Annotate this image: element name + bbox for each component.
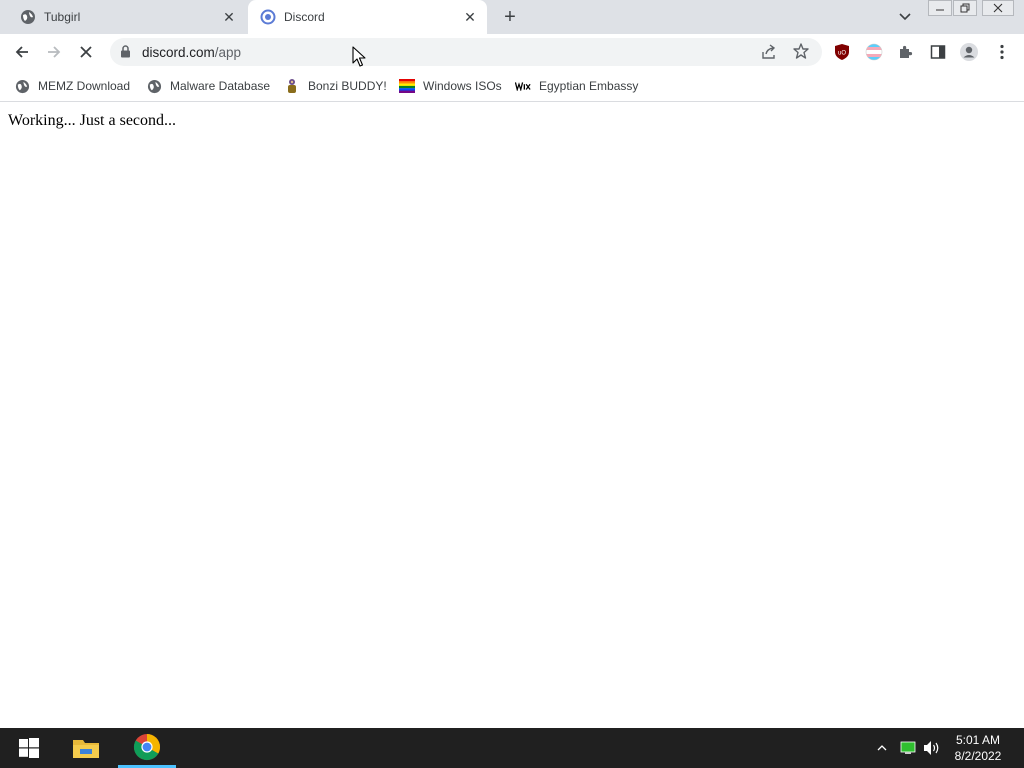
restore-button[interactable]	[953, 0, 977, 16]
url-text: discord.com/app	[142, 45, 241, 60]
back-button[interactable]	[8, 38, 36, 66]
tab-discord[interactable]: Discord ✕	[248, 0, 487, 34]
url-path: /app	[214, 45, 242, 60]
network-icon[interactable]	[898, 738, 918, 758]
start-button[interactable]	[0, 728, 58, 768]
tab-title: Discord	[284, 10, 325, 24]
bookmark-egyptian-embassy[interactable]: Egyptian Embassy	[515, 76, 638, 96]
bookmark-label: Malware Database	[170, 79, 271, 93]
clock-time: 5:01 AM	[955, 733, 1001, 747]
clock-date: 8/2/2022	[954, 749, 1002, 763]
bookmark-label: Bonzi BUDDY!	[308, 79, 387, 93]
file-explorer-button[interactable]	[57, 728, 115, 768]
side-panel-icon[interactable]	[924, 38, 952, 66]
url-host: discord.com	[142, 45, 215, 60]
taskbar-clock[interactable]: 5:01 AM 8/2/2022	[944, 732, 1012, 764]
tab-title: Tubgirl	[44, 10, 81, 24]
more-menu-icon[interactable]	[988, 38, 1016, 66]
address-bar[interactable]: discord.com/app	[110, 38, 822, 66]
extension-trans-flag-icon[interactable]	[860, 38, 888, 66]
close-window-button[interactable]	[982, 0, 1014, 16]
globe-icon	[14, 78, 30, 94]
discord-loading-icon	[260, 9, 276, 25]
tab-close-icon[interactable]: ✕	[220, 8, 238, 26]
globe-icon	[20, 9, 36, 25]
mouse-cursor-icon	[352, 46, 366, 68]
bookmark-malware-database[interactable]: Malware Database	[146, 76, 270, 96]
new-tab-button[interactable]: +	[498, 5, 522, 29]
bonzi-icon	[284, 78, 300, 94]
tab-search-chevron-icon[interactable]	[894, 6, 916, 28]
bookmark-label: MEMZ Download	[38, 79, 131, 93]
chrome-taskbar-button[interactable]	[118, 728, 176, 768]
bookmark-memz-download[interactable]: MEMZ Download	[14, 76, 130, 96]
bookmark-label: Egyptian Embassy	[539, 79, 639, 93]
volume-icon[interactable]	[922, 738, 942, 758]
bookmark-star-icon[interactable]	[792, 42, 810, 60]
stop-loading-button[interactable]	[72, 38, 100, 66]
share-icon[interactable]	[760, 43, 778, 61]
rainbow-flag-icon	[399, 78, 415, 94]
extensions-puzzle-icon[interactable]	[892, 38, 920, 66]
ublock-origin-icon[interactable]: uO	[828, 38, 856, 66]
svg-text:uO: uO	[838, 51, 846, 57]
page-content: Working... Just a second...	[0, 103, 1024, 728]
loading-message: Working... Just a second...	[8, 112, 177, 129]
tab-strip: Tubgirl ✕ Discord ✕ +	[0, 0, 1024, 34]
tab-close-icon[interactable]: ✕	[461, 8, 479, 26]
show-hidden-icons-chevron-icon[interactable]	[872, 738, 892, 758]
tab-tubgirl[interactable]: Tubgirl ✕	[8, 0, 246, 34]
globe-icon	[146, 78, 162, 94]
forward-button[interactable]	[40, 38, 68, 66]
profile-avatar-icon[interactable]	[955, 38, 983, 66]
bookmark-windows-isos[interactable]: Windows ISOs	[399, 76, 502, 96]
lock-icon[interactable]	[120, 45, 131, 61]
minimize-button[interactable]	[928, 0, 952, 16]
taskbar: 5:01 AM 8/2/2022	[0, 728, 1024, 768]
bookmarks-bar: MEMZ Download Malware Database Bonzi BUD…	[0, 70, 1024, 102]
bookmark-label: Windows ISOs	[423, 79, 502, 93]
wix-icon	[515, 78, 531, 94]
bookmark-bonzi-buddy[interactable]: Bonzi BUDDY!	[284, 76, 387, 96]
